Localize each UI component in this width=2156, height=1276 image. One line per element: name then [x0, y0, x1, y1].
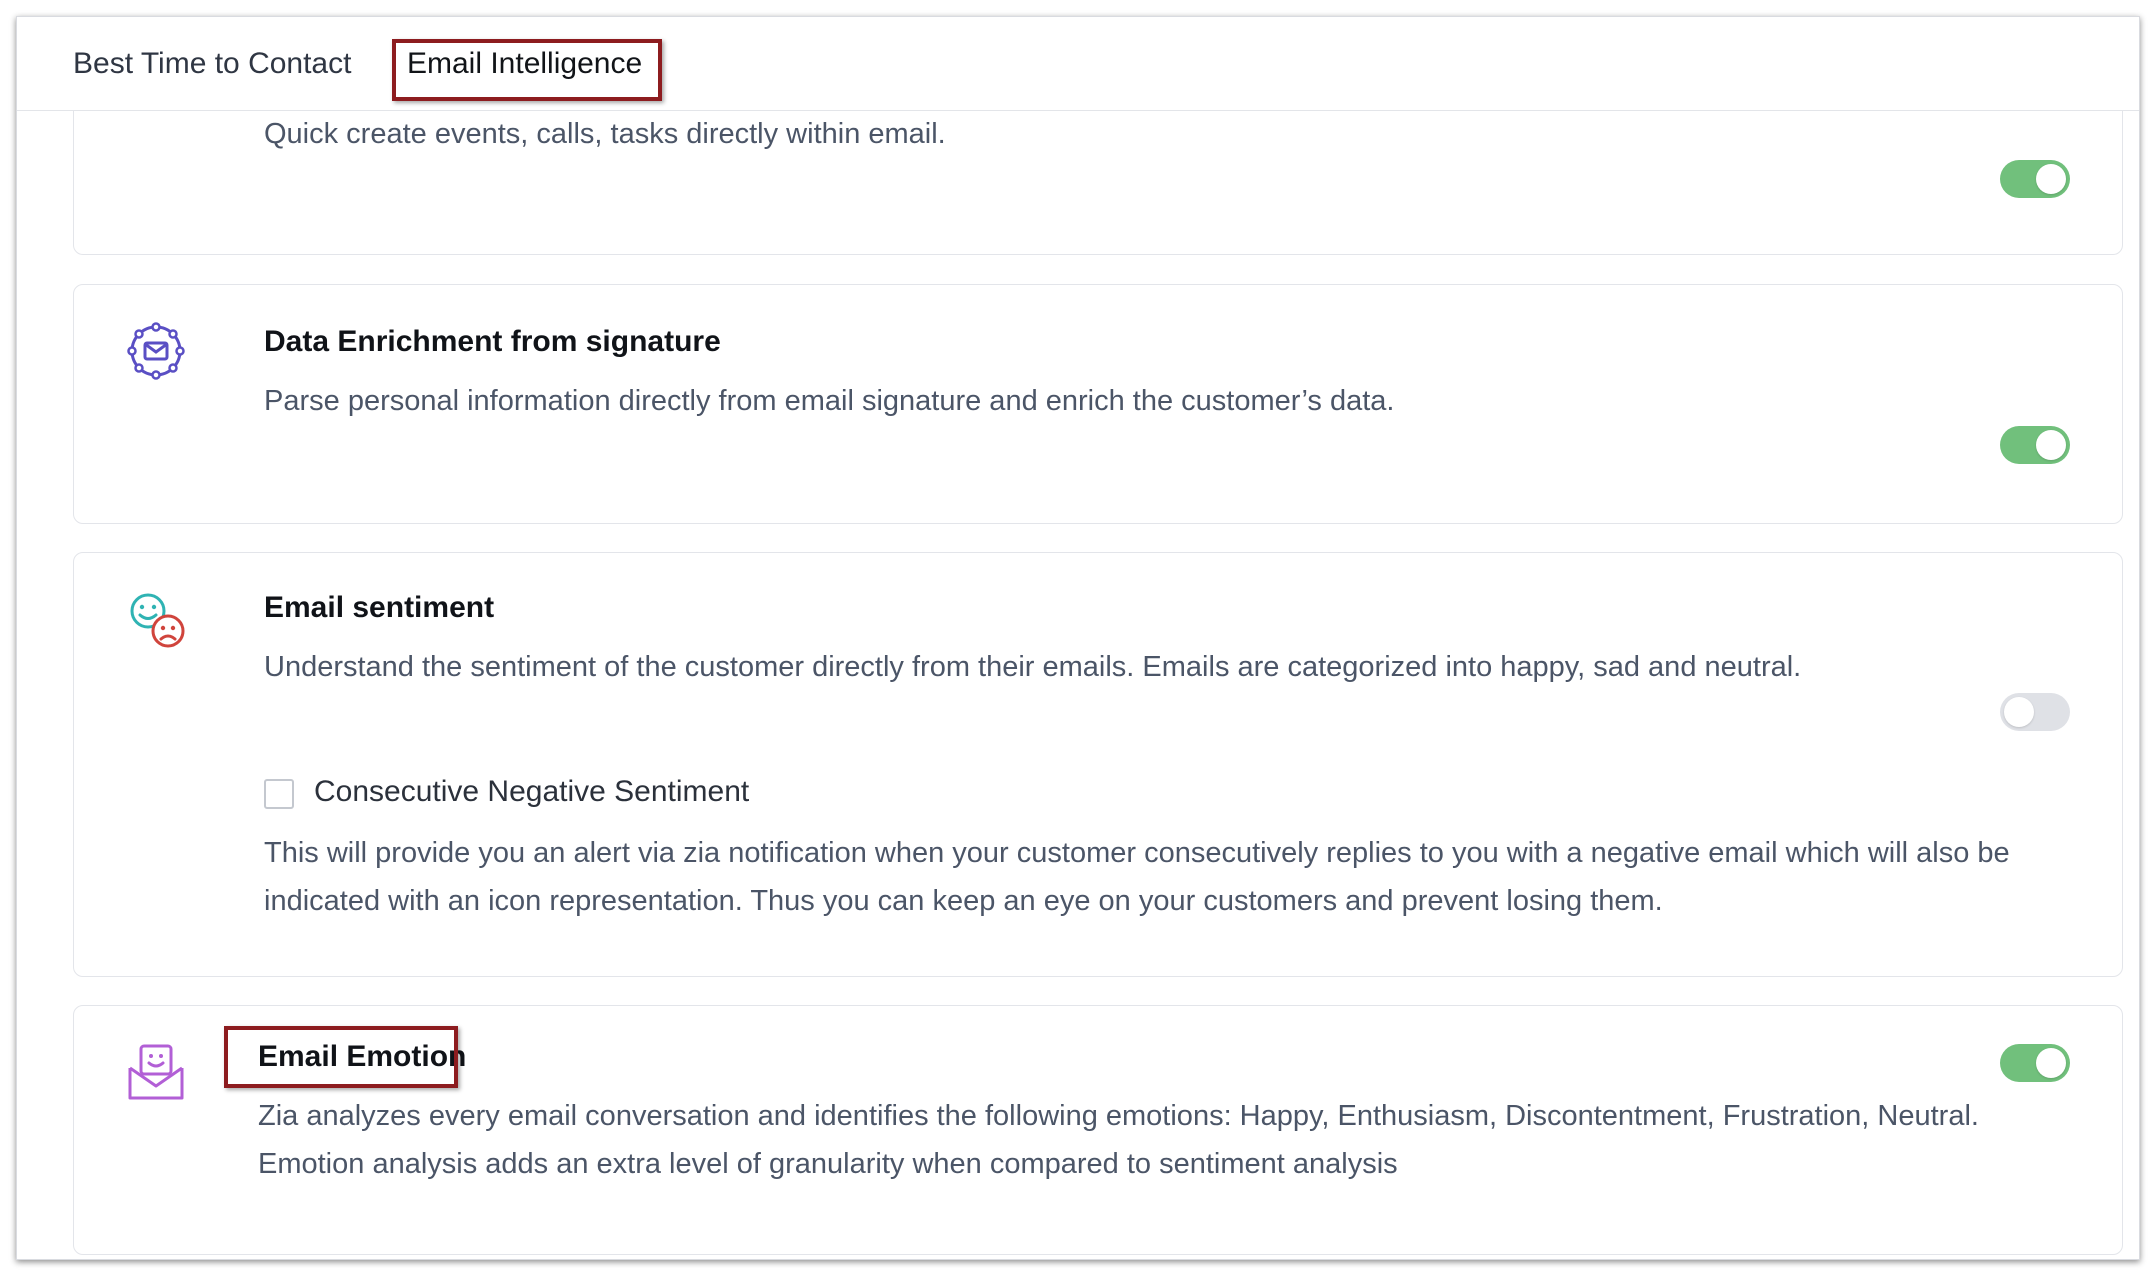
features-list: Quick create events, calls, tasks direct…: [17, 111, 2139, 1259]
toggle-knob: [2036, 430, 2066, 460]
signature-envelope-icon: [127, 322, 185, 380]
consecutive-negative-sentiment-description: This will provide you an alert via zia n…: [264, 837, 2010, 917]
tab-best-time-to-contact[interactable]: Best Time to Contact: [73, 47, 351, 81]
quick-create-description: Quick create events, calls, tasks direct…: [264, 118, 946, 150]
email-sentiment-card: Email sentiment Understand the sentiment…: [73, 552, 2123, 977]
happy-sad-faces-icon: [130, 593, 185, 648]
email-sentiment-toggle[interactable]: [2000, 693, 2070, 731]
data-enrichment-title: Data Enrichment from signature: [264, 325, 721, 358]
tab-email-intelligence[interactable]: Email Intelligence: [407, 47, 642, 81]
consecutive-negative-sentiment-checkbox[interactable]: [264, 779, 294, 809]
toggle-knob: [2036, 1048, 2066, 1078]
email-emotion-card: Email Emotion Zia analyzes every email c…: [73, 1005, 2123, 1255]
quick-create-toggle[interactable]: [2000, 160, 2070, 198]
email-sentiment-title: Email sentiment: [264, 591, 495, 624]
email-emotion-toggle[interactable]: [2000, 1044, 2070, 1082]
toggle-knob: [2004, 697, 2034, 727]
toggle-knob: [2036, 164, 2066, 194]
email-emotion-description: Zia analyzes every email conversation an…: [258, 1100, 1979, 1180]
data-enrichment-card: Data Enrichment from signature Parse per…: [73, 284, 2123, 524]
data-enrichment-description: Parse personal information directly from…: [264, 385, 1395, 417]
settings-window: Best Time to Contact Email Intelligence …: [16, 16, 2140, 1260]
data-enrichment-toggle[interactable]: [2000, 426, 2070, 464]
quick-create-card: Quick create events, calls, tasks direct…: [73, 111, 2123, 255]
email-sentiment-description: Understand the sentiment of the customer…: [264, 651, 1802, 683]
email-emotion-title: Email Emotion: [258, 1040, 467, 1073]
tab-bar: Best Time to Contact Email Intelligence: [17, 17, 2139, 111]
consecutive-negative-sentiment-label: Consecutive Negative Sentiment: [314, 775, 750, 808]
smiling-envelope-icon: [128, 1044, 184, 1100]
